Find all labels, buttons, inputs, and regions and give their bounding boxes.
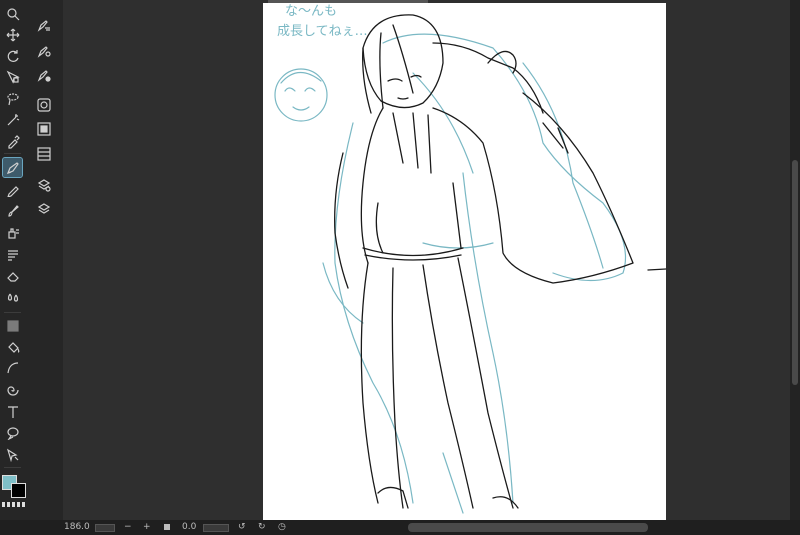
tool-divider xyxy=(4,312,21,313)
correct-line-tool[interactable] xyxy=(3,445,22,464)
blend-drops-icon xyxy=(6,291,20,305)
magnifier-icon xyxy=(6,7,20,21)
zoom-value[interactable]: 186.0 xyxy=(64,522,90,533)
magic-wand-icon xyxy=(6,113,20,127)
tool-divider xyxy=(4,153,21,154)
rotate-left-icon[interactable]: ↺ xyxy=(238,522,246,533)
brush-icon xyxy=(6,204,20,218)
airbrush-tool[interactable] xyxy=(3,223,22,242)
magic-wand-tool[interactable] xyxy=(3,110,22,129)
sub-color-swatch[interactable] xyxy=(11,483,26,498)
selection-tool[interactable] xyxy=(3,89,22,108)
rotate-tool[interactable] xyxy=(3,46,22,65)
layer-properties-icon xyxy=(37,178,51,192)
status-bar: 186.0 − + 0.0 ↺ ↻ ◷ xyxy=(0,520,800,535)
eraser-icon xyxy=(6,269,20,283)
speech-balloon-icon xyxy=(6,426,20,440)
navigator[interactable] xyxy=(35,120,53,138)
text-icon xyxy=(6,405,20,419)
rotate-icon xyxy=(6,49,20,63)
navigator-icon xyxy=(37,122,51,136)
zoom-out-button[interactable]: − xyxy=(124,522,132,533)
zoom-slider[interactable] xyxy=(95,524,115,532)
zoom-tool[interactable] xyxy=(3,4,22,23)
blend-tool[interactable] xyxy=(3,288,22,307)
rotate-right-icon[interactable]: ↻ xyxy=(258,522,266,533)
pen-icon xyxy=(6,161,20,175)
paint-bucket-icon xyxy=(6,340,20,354)
vertical-scroll-thumb[interactable] xyxy=(792,160,798,385)
brush-tool[interactable] xyxy=(3,201,22,220)
pencil-icon xyxy=(6,183,20,197)
eyedropper-icon xyxy=(6,134,20,149)
reset-rotation-icon[interactable]: ◷ xyxy=(278,522,286,533)
balloon-tool[interactable] xyxy=(3,423,22,442)
handwritten-note-line2: 成長してねぇ… xyxy=(277,24,368,39)
correct-line-icon xyxy=(6,448,20,462)
layers[interactable] xyxy=(35,200,53,218)
gradient-icon xyxy=(6,319,20,333)
brush-size-icon xyxy=(37,68,51,82)
layers-icon xyxy=(37,202,51,216)
decoration-icon xyxy=(6,248,20,262)
layer-properties[interactable] xyxy=(35,176,53,194)
curve-icon xyxy=(6,361,20,375)
canvas-area[interactable]: な〜んも 成長してねぇ… xyxy=(63,0,790,520)
move-tool[interactable] xyxy=(3,25,22,44)
zoom-in-button[interactable]: + xyxy=(143,522,151,533)
color-circle-icon xyxy=(37,98,51,112)
fill-tool[interactable] xyxy=(3,337,22,356)
text-tool[interactable] xyxy=(3,402,22,421)
decoration-tool[interactable] xyxy=(3,245,22,264)
canvas-paper[interactable]: な〜んも 成長してねぇ… xyxy=(263,3,666,520)
gradient-tool[interactable] xyxy=(3,316,22,335)
material[interactable] xyxy=(35,145,53,163)
airbrush-icon xyxy=(6,226,20,240)
brush-size[interactable] xyxy=(35,66,53,84)
sketch-drawing: な〜んも 成長してねぇ… xyxy=(274,4,666,514)
tool-settings-icon xyxy=(37,44,51,58)
eraser-tool[interactable] xyxy=(3,266,22,285)
sub-tool-settings[interactable] xyxy=(35,42,53,60)
sub-tool-properties[interactable] xyxy=(35,16,53,34)
fit-screen-icon[interactable] xyxy=(164,524,170,530)
move-arrows-icon xyxy=(6,28,20,42)
vertical-scrollbar[interactable] xyxy=(790,0,800,520)
object-select-icon xyxy=(6,70,20,84)
tool-divider xyxy=(4,467,21,468)
transparent-color-swatches[interactable] xyxy=(2,502,26,507)
eyedropper-tool[interactable] xyxy=(3,132,22,151)
ruler-tool[interactable] xyxy=(3,380,22,399)
pencil-tool[interactable] xyxy=(3,180,22,199)
handwritten-note-line1: な〜んも xyxy=(285,4,337,19)
tool-properties-icon xyxy=(37,18,51,32)
pen-tool[interactable] xyxy=(2,157,23,178)
figure-tool[interactable] xyxy=(3,358,22,377)
rotation-value[interactable]: 0.0 xyxy=(182,522,196,533)
lasso-select-icon xyxy=(6,92,20,106)
spiral-icon xyxy=(6,383,20,397)
color-circle[interactable] xyxy=(35,96,53,114)
material-icon xyxy=(37,147,51,161)
object-select-tool[interactable] xyxy=(3,67,22,86)
horizontal-scroll-thumb[interactable] xyxy=(408,523,648,532)
rotation-slider[interactable] xyxy=(203,524,229,532)
